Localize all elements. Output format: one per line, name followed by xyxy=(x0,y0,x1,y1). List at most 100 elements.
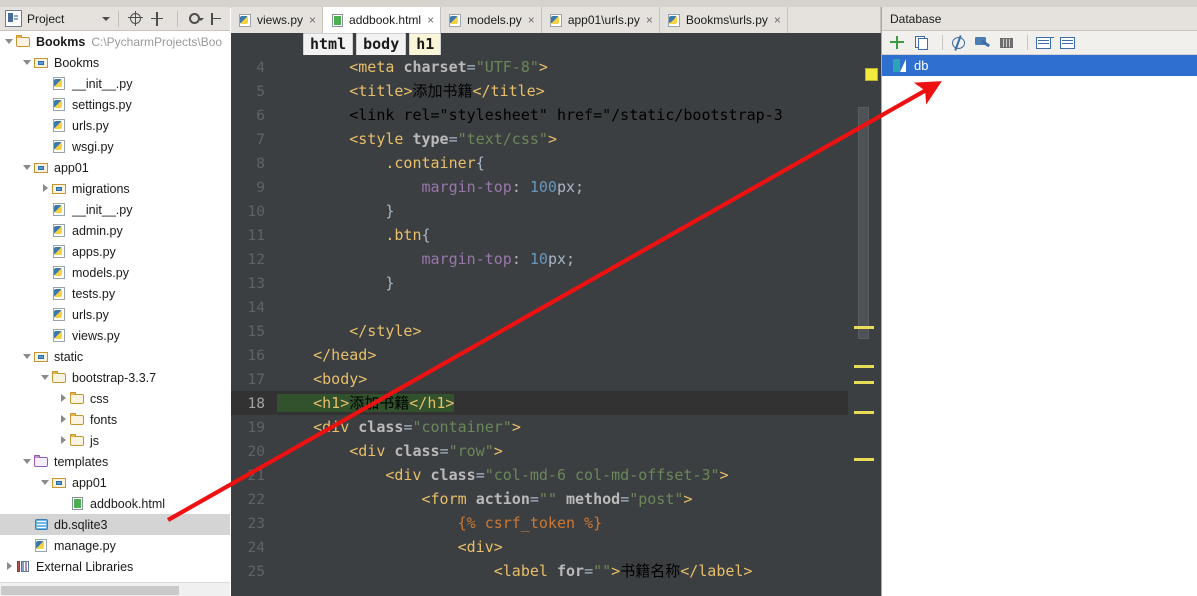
tree-row-manage-py[interactable]: manage.py xyxy=(0,535,230,556)
code-line-12[interactable]: 12 margin-top: 10px; xyxy=(231,247,881,271)
tree-row-__init__-py[interactable]: __init__.py xyxy=(0,199,230,220)
code-line-10[interactable]: 10 } xyxy=(231,199,881,223)
database-item-list[interactable]: db xyxy=(882,55,1197,595)
project-file-tree[interactable]: Bookms C:\PycharmProjects\Boo Bookms __init… xyxy=(0,31,230,582)
synchronize-icon[interactable] xyxy=(949,34,969,52)
tree-row-db-sqlite3[interactable]: db.sqlite3 xyxy=(0,514,230,535)
tree-row-bookms[interactable]: Bookms xyxy=(0,52,230,73)
tree-row-wsgi-py[interactable]: wsgi.py xyxy=(0,136,230,157)
chevron-down-icon[interactable] xyxy=(40,372,51,383)
code-line-17[interactable]: 17 <body> xyxy=(231,367,881,391)
tree-row-__init__-py[interactable]: __init__.py xyxy=(0,73,230,94)
chevron-down-icon[interactable] xyxy=(22,57,33,68)
warning-stripe[interactable] xyxy=(854,365,874,368)
code-line-24[interactable]: 24 <div> xyxy=(231,535,881,559)
chevron-down-icon[interactable] xyxy=(102,16,111,21)
tree-row-external libraries[interactable]: External Libraries xyxy=(0,556,230,577)
editor-tab-app01-urls-py[interactable]: app01\urls.py × xyxy=(541,7,660,33)
collapse-all-icon[interactable] xyxy=(148,10,166,28)
tree-row-css[interactable]: css xyxy=(0,388,230,409)
chevron-down-icon[interactable] xyxy=(40,477,51,488)
chevron-down-icon[interactable] xyxy=(22,162,33,173)
close-icon[interactable]: × xyxy=(646,14,653,26)
close-icon[interactable]: × xyxy=(774,14,781,26)
breadcrumb-item-html[interactable]: html xyxy=(303,32,354,56)
code-line-9[interactable]: 9 margin-top: 100px; xyxy=(231,175,881,199)
grid-icon[interactable] xyxy=(997,34,1017,52)
tree-row-bootstrap-3-3-7[interactable]: bootstrap-3.3.7 xyxy=(0,367,230,388)
add-datasource-icon[interactable] xyxy=(888,34,908,52)
console-icon[interactable] xyxy=(1058,34,1078,52)
chevron-down-icon[interactable] xyxy=(22,351,33,362)
editor-tab-views-py[interactable]: views.py × xyxy=(231,7,324,33)
code-line-19[interactable]: 19 <div class="container"> xyxy=(231,415,881,439)
breadcrumb[interactable]: html body h1 xyxy=(231,32,881,56)
tree-row-migrations[interactable]: migrations xyxy=(0,178,230,199)
scrollbar-thumb[interactable] xyxy=(1,586,179,595)
editor-scrollbar-gutter[interactable] xyxy=(848,55,881,596)
tree-row-app01[interactable]: app01 xyxy=(0,472,230,493)
tree-row-js[interactable]: js xyxy=(0,430,230,451)
code-line-25[interactable]: 25 <label for="">书籍名称</label> xyxy=(231,559,881,583)
editor-tab-addbook-html[interactable]: addbook.html × xyxy=(323,7,442,33)
close-icon[interactable]: × xyxy=(528,14,535,26)
tree-row-app01[interactable]: app01 xyxy=(0,157,230,178)
code-line-23[interactable]: 23 {% csrf_token %} xyxy=(231,511,881,535)
code-line-15[interactable]: 15 </style> xyxy=(231,319,881,343)
close-icon[interactable]: × xyxy=(427,14,434,26)
code-line-6[interactable]: 6 <link rel="stylesheet" href="/static/b… xyxy=(231,103,881,127)
settings-gear-icon[interactable] xyxy=(186,10,205,28)
editor-tab-bar[interactable]: views.py × addbook.html × models.py × app01\ur… xyxy=(231,7,881,33)
warning-marker-icon[interactable] xyxy=(865,68,878,81)
chevron-right-icon[interactable] xyxy=(58,414,69,425)
chevron-right-icon[interactable] xyxy=(58,393,69,404)
project-horizontal-scrollbar[interactable] xyxy=(0,582,230,596)
code-line-7[interactable]: 7 <style type="text/css"> xyxy=(231,127,881,151)
code-line-11[interactable]: 11 .btn{ xyxy=(231,223,881,247)
chevron-down-icon[interactable] xyxy=(4,36,15,47)
scroll-from-source-icon[interactable] xyxy=(127,10,145,28)
tree-row-admin-py[interactable]: admin.py xyxy=(0,220,230,241)
warning-stripe[interactable] xyxy=(854,458,874,461)
code-line-8[interactable]: 8 .container{ xyxy=(231,151,881,175)
tree-row-fonts[interactable]: fonts xyxy=(0,409,230,430)
chevron-right-icon[interactable] xyxy=(4,561,15,572)
tree-row-settings-py[interactable]: settings.py xyxy=(0,94,230,115)
tree-row-models-py[interactable]: models.py xyxy=(0,262,230,283)
code-line-21[interactable]: 21 <div class="col-md-6 col-md-offset-3"… xyxy=(231,463,881,487)
code-line-20[interactable]: 20 <div class="row"> xyxy=(231,439,881,463)
tree-row-apps-py[interactable]: apps.py xyxy=(0,241,230,262)
hide-panel-icon[interactable] xyxy=(207,10,225,28)
editor-scrollbar-thumb[interactable] xyxy=(858,107,869,339)
breadcrumb-item-h1[interactable]: h1 xyxy=(409,32,442,56)
properties-icon[interactable] xyxy=(973,34,993,52)
tree-row-static[interactable]: static xyxy=(0,346,230,367)
warning-stripe[interactable] xyxy=(854,411,874,414)
tree-row-addbook-html[interactable]: addbook.html xyxy=(0,493,230,514)
tree-row-bookms[interactable]: Bookms C:\PycharmProjects\Boo xyxy=(0,31,230,52)
chevron-right-icon[interactable] xyxy=(58,435,69,446)
duplicate-icon[interactable] xyxy=(912,34,932,52)
database-item-db[interactable]: db xyxy=(882,55,1197,76)
editor-tab-models-py[interactable]: models.py × xyxy=(441,7,542,33)
code-line-5[interactable]: 5 <title>添加书籍</title> xyxy=(231,79,881,103)
table-editor-icon[interactable] xyxy=(1034,34,1054,52)
tree-row-tests-py[interactable]: tests.py xyxy=(0,283,230,304)
code-editor[interactable]: 4 <meta charset="UTF-8"> 5 <title>添加书籍</t… xyxy=(231,55,881,596)
tree-row-urls-py[interactable]: urls.py xyxy=(0,304,230,325)
warning-stripe[interactable] xyxy=(854,326,874,329)
editor-tab-bookms-urls-py[interactable]: Bookms\urls.py × xyxy=(659,7,788,33)
code-line-16[interactable]: 16 </head> xyxy=(231,343,881,367)
chevron-down-icon[interactable] xyxy=(22,456,33,467)
tree-row-views-py[interactable]: views.py xyxy=(0,325,230,346)
warning-stripe[interactable] xyxy=(854,381,874,384)
close-icon[interactable]: × xyxy=(309,14,316,26)
breadcrumb-item-body[interactable]: body xyxy=(356,32,407,56)
chevron-right-icon[interactable] xyxy=(40,183,51,194)
tree-row-templates[interactable]: templates xyxy=(0,451,230,472)
code-line-22[interactable]: 22 <form action="" method="post"> xyxy=(231,487,881,511)
tree-row-urls-py[interactable]: urls.py xyxy=(0,115,230,136)
code-line-13[interactable]: 13 } xyxy=(231,271,881,295)
code-line-4[interactable]: 4 <meta charset="UTF-8"> xyxy=(231,55,881,79)
code-line-18[interactable]: 18 <h1>添加书籍</h1> xyxy=(231,391,881,415)
